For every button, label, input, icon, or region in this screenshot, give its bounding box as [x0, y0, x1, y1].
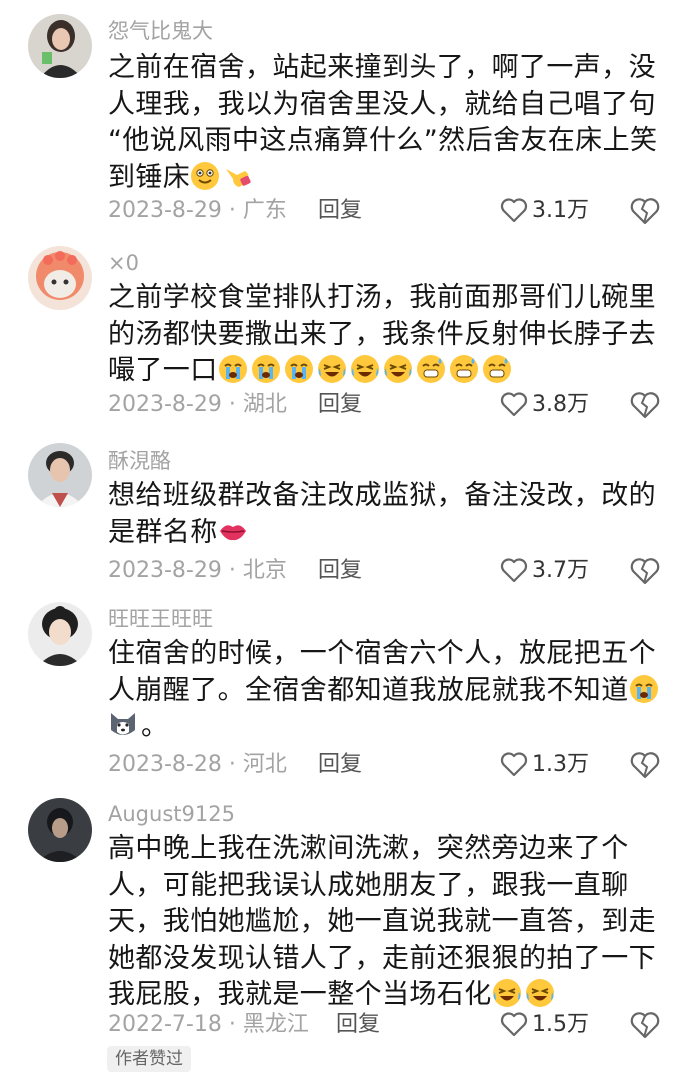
- crying-emoji: [251, 355, 280, 383]
- comment-line-with-emoji: 嘬了一口: [108, 353, 658, 390]
- comment-line: 之前学校食堂排队打汤，我前面那哥们儿碗里: [108, 282, 656, 313]
- author-liked-badge: 作者赞过: [107, 1046, 191, 1072]
- comment-date: 2023-8-29: [108, 392, 222, 417]
- reply-button[interactable]: 回复: [318, 390, 362, 420]
- like-count: 3.7万: [532, 558, 589, 583]
- laugh-tears-emoji: [492, 979, 521, 1007]
- comment-line: 她都没发现认错人了，走前还狠狠的拍了一下: [108, 942, 656, 974]
- reply-button[interactable]: 回复: [318, 556, 362, 586]
- comment-meta: 2023-8-29 · 北京: [108, 558, 287, 583]
- broken-heart-icon[interactable]: [630, 196, 660, 226]
- comment-region: 广东: [242, 198, 287, 223]
- reply-button[interactable]: 回复: [336, 1010, 380, 1040]
- like-button[interactable]: 3.8万: [500, 390, 589, 420]
- comment-line-with-emoji: 到锤床: [108, 160, 658, 197]
- comment-line: 到锤床: [108, 161, 191, 193]
- username[interactable]: 怨气比鬼大: [108, 18, 213, 44]
- comment-region: 黑龙江: [242, 1012, 309, 1037]
- broken-heart-icon[interactable]: [630, 750, 660, 780]
- comment-text: 想给班级群改备注改成监狱，备注没改，改的 是群名称: [108, 478, 658, 551]
- like-button[interactable]: 1.5万: [500, 1010, 589, 1040]
- like-button[interactable]: 3.1万: [500, 196, 589, 226]
- comment-region: 湖北: [242, 392, 287, 417]
- comment-line: 高中晚上我在洗漱间洗漱，突然旁边来了个: [108, 833, 629, 864]
- comment-meta: 2022-7-18 · 黑龙江: [108, 1012, 309, 1037]
- grin-sweat-emoji: [416, 355, 445, 383]
- broken-heart-icon[interactable]: [630, 556, 660, 586]
- comment-date: 2023-8-29: [108, 558, 222, 583]
- heart-icon: [500, 752, 528, 777]
- reply-button[interactable]: 回复: [318, 750, 362, 780]
- comment-text: 之前学校食堂排队打汤，我前面那哥们儿碗里 的汤都快要撒出来了，我条件反射伸长脖子…: [108, 280, 658, 390]
- avatar[interactable]: [28, 14, 92, 78]
- laugh-tears-emoji: [525, 979, 554, 1007]
- comment-line: 的汤都快要撒出来了，我条件反射伸长脖子去: [108, 318, 656, 350]
- laugh-tears-emoji: [350, 355, 379, 383]
- heart-icon: [500, 392, 528, 417]
- like-button[interactable]: 3.7万: [500, 556, 589, 586]
- comment-text: 高中晚上我在洗漱间洗漱，突然旁边来了个 人，可能把我误认成她朋友了，跟我一直聊 …: [108, 831, 658, 1014]
- reply-button[interactable]: 回复: [318, 196, 362, 226]
- comment-line: 是群名称: [108, 516, 218, 548]
- avatar[interactable]: [28, 246, 92, 310]
- heart-icon: [500, 198, 528, 223]
- comment-line-with-emoji: 。: [108, 709, 658, 746]
- like-count: 3.8万: [532, 392, 589, 417]
- laugh-tears-emoji: [383, 355, 412, 383]
- comment-line: 天，我怕她尴尬，她一直说我就一直答，到走: [108, 906, 656, 937]
- grin-sweat-emoji: [191, 161, 220, 190]
- comment-text: 住宿舍的时候，一个宿舍六个人，放屁把五个 人崩醒了。全宿舍都知道我放屁就我不知道…: [108, 636, 658, 746]
- comment-region: 北京: [242, 558, 287, 583]
- username[interactable]: August9125: [108, 801, 235, 827]
- crying-emoji: [218, 355, 247, 383]
- comment-line: 之前在宿舍，站起来撞到头了，啊了一声，没: [108, 52, 656, 83]
- comment-date: 2023-8-29: [108, 198, 222, 223]
- comment-line: 想给班级群改备注改成监狱，备注没改，改的: [108, 480, 656, 511]
- like-button[interactable]: 1.3万: [500, 750, 589, 780]
- broken-heart-icon[interactable]: [630, 390, 660, 420]
- grin-sweat-emoji: [449, 355, 478, 383]
- like-count: 1.3万: [532, 752, 589, 777]
- comment-line-with-emoji: 是群名称: [108, 515, 658, 552]
- broken-heart-icon[interactable]: [630, 1010, 660, 1040]
- avatar[interactable]: [28, 602, 92, 666]
- grin-sweat-emoji: [482, 355, 511, 383]
- comment-line: 人理我，我以为宿舍里没人，就给自己唱了句: [108, 88, 656, 120]
- crying-emoji: [629, 674, 658, 703]
- comment-meta: 2023-8-28 · 河北: [108, 752, 287, 777]
- comment-line: 嘬了一口: [108, 355, 218, 386]
- lips-emoji: [219, 524, 246, 540]
- comment-line: 人崩醒了。全宿舍都知道我放屁就我不知道: [108, 674, 629, 706]
- heart-icon: [500, 1012, 528, 1037]
- avatar[interactable]: [28, 443, 92, 507]
- username[interactable]: 酥涀酪: [108, 448, 171, 474]
- comment-region: 河北: [242, 752, 287, 777]
- comment-line: 。: [141, 711, 169, 742]
- comment-date: 2023-8-28: [108, 752, 222, 777]
- comment-line-with-emoji: 我屁股，我就是一整个当场石化: [108, 977, 658, 1014]
- comment-line: 人，可能把我误认成她朋友了，跟我一直聊: [108, 869, 629, 901]
- heart-icon: [500, 558, 528, 583]
- pointing-hand-emoji: [226, 168, 251, 187]
- comment-line: 住宿舍的时候，一个宿舍六个人，放屁把五个: [108, 638, 656, 669]
- laugh-tears-emoji: [317, 355, 346, 383]
- comment-text: 之前在宿舍，站起来撞到头了，啊了一声，没 人理我，我以为宿舍里没人，就给自己唱了…: [108, 50, 658, 196]
- comment-meta: 2023-8-29 · 广东: [108, 198, 287, 223]
- like-count: 3.1万: [532, 198, 589, 223]
- comment-line-with-emoji: 人崩醒了。全宿舍都知道我放屁就我不知道: [108, 673, 658, 710]
- username[interactable]: ×0: [108, 250, 139, 276]
- comment-line: 我屁股，我就是一整个当场石化: [108, 979, 492, 1010]
- comment-meta: 2023-8-29 · 湖北: [108, 392, 287, 417]
- like-count: 1.5万: [532, 1012, 589, 1037]
- avatar[interactable]: [28, 798, 92, 862]
- comment-date: 2022-7-18: [108, 1012, 222, 1037]
- husky-emoji: [111, 713, 135, 735]
- username[interactable]: 旺旺王旺旺: [108, 606, 213, 632]
- crying-emoji: [284, 355, 313, 383]
- comment-line: “他说风雨中这点痛算什么”然后舍友在床上笑: [108, 125, 658, 156]
